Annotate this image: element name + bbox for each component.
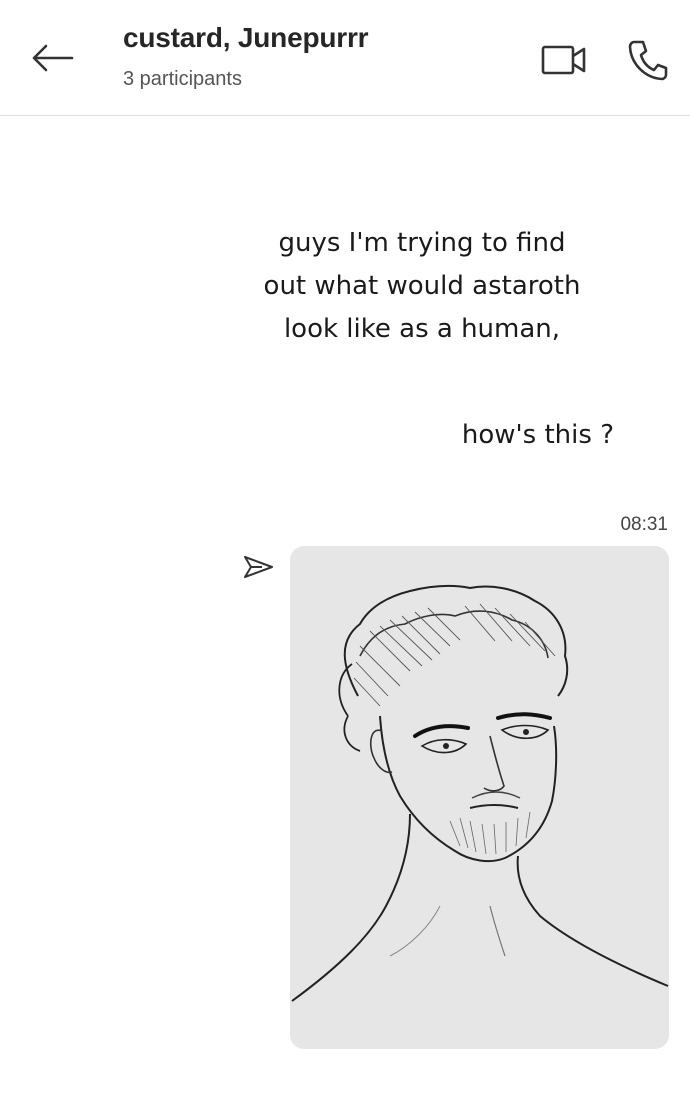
image-message[interactable]: [290, 546, 669, 1049]
chat-title[interactable]: custard, Junepurrr: [123, 22, 369, 54]
message-text[interactable]: how's this ?: [380, 414, 614, 457]
sketch-portrait-image: [291, 584, 669, 1002]
sent-paper-plane-icon: [244, 556, 273, 578]
message-text[interactable]: guys I'm trying to find out what would a…: [220, 222, 624, 351]
phone-icon: [628, 40, 668, 81]
back-button[interactable]: [22, 30, 82, 86]
video-camera-icon: [541, 45, 586, 75]
video-call-button[interactable]: [536, 36, 592, 84]
message-timestamp: 08:31: [620, 514, 668, 535]
arrow-left-icon: [32, 44, 74, 72]
participants-count[interactable]: 3 participants: [123, 68, 242, 91]
voice-call-button[interactable]: [620, 32, 676, 88]
chat-header: custard, Junepurrr 3 participants: [0, 0, 690, 116]
